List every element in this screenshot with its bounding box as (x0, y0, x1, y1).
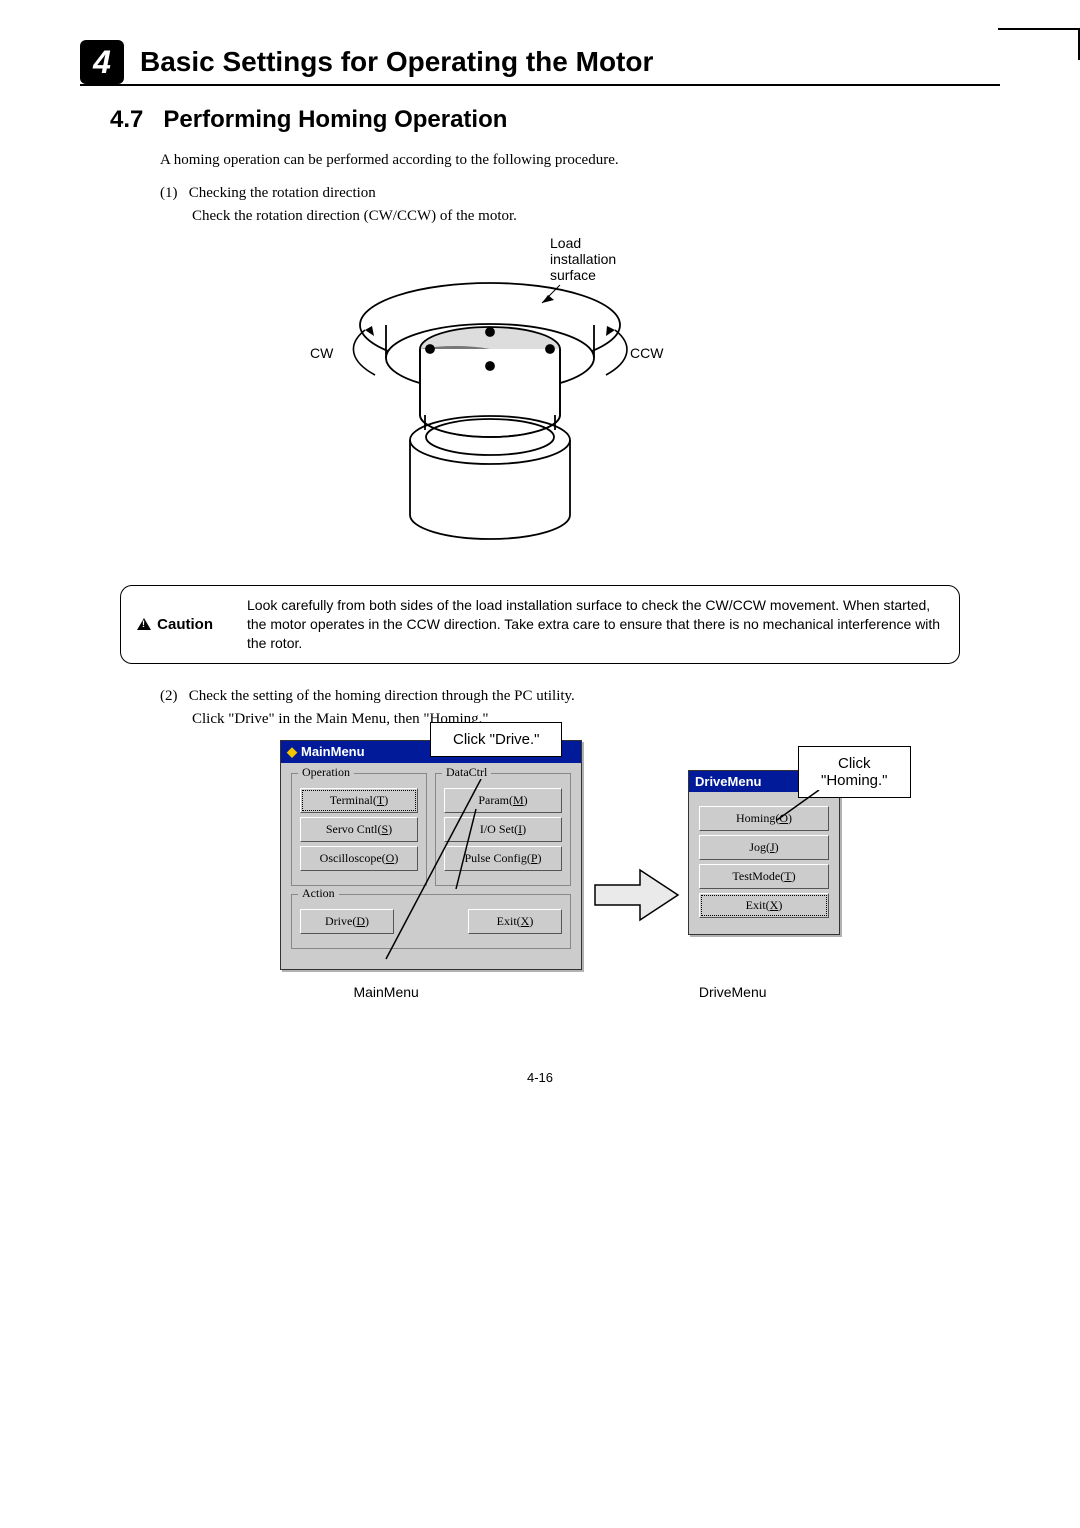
page-number: 4-16 (80, 1070, 1000, 1085)
chapter-title: Basic Settings for Operating the Motor (140, 46, 653, 78)
step2-line: (2) Check the setting of the homing dire… (160, 688, 1000, 705)
warning-icon (137, 618, 151, 630)
main-menu-title: MainMenu (301, 744, 365, 759)
homing-button[interactable]: Homing(O) (699, 806, 829, 831)
caution-text: Look carefully from both sides of the lo… (247, 596, 943, 653)
chapter-number: 4 (80, 40, 124, 84)
callout-homing: Click "Homing." (798, 746, 911, 798)
diamond-icon: ◆ (287, 744, 297, 760)
jog-button[interactable]: Jog(J) (699, 835, 829, 860)
main-menu-window: ◆ MainMenu Operation Terminal(T) Servo C… (280, 740, 582, 970)
servo-cntl-button[interactable]: Servo Cntl(S) (300, 817, 418, 842)
step1-title: Checking the rotation direction (189, 185, 376, 201)
load-surface-label: Load installation surface (550, 235, 616, 283)
section-number: 4.7 (110, 106, 143, 133)
page-corner-rule (998, 28, 1080, 60)
motor-illustration (310, 235, 730, 565)
step2-num: (2) (160, 688, 178, 704)
group-action: Action (298, 886, 339, 901)
caution-word: Caution (157, 616, 213, 633)
below-labels: MainMenu DriveMenu (120, 984, 1000, 1000)
step1-num: (1) (160, 185, 178, 201)
section-heading: Performing Homing Operation (163, 106, 507, 133)
oscilloscope-button[interactable]: Oscilloscope(O) (300, 846, 418, 871)
caution-box: Caution Look carefully from both sides o… (120, 585, 960, 664)
drive-menu-window: DriveMenu Homing(O) Jog(J) TestMode(T) E… (688, 770, 840, 935)
callout-drive: Click "Drive." (430, 722, 562, 757)
label-drivemenu: DriveMenu (699, 984, 767, 1000)
mainmenu-exit-button[interactable]: Exit(X) (468, 909, 562, 934)
chapter-header: 4 Basic Settings for Operating the Motor (80, 40, 1000, 86)
io-set-button[interactable]: I/O Set(I) (444, 817, 562, 842)
group-datactrl: DataCtrl (442, 765, 491, 780)
testmode-button[interactable]: TestMode(T) (699, 864, 829, 889)
intro-text: A homing operation can be performed acco… (160, 152, 1000, 169)
terminal-button[interactable]: Terminal(T) (300, 788, 418, 813)
step2-title: Check the setting of the homing directio… (189, 688, 575, 704)
label-mainmenu: MainMenu (353, 984, 418, 1000)
caution-label: Caution (137, 616, 247, 633)
group-operation: Operation (298, 765, 354, 780)
step2-body: Click "Drive" in the Main Menu, then "Ho… (192, 711, 1000, 728)
drive-menu-title: DriveMenu (695, 774, 761, 789)
flow-arrow-icon (590, 865, 680, 925)
param-button[interactable]: Param(M) (444, 788, 562, 813)
drive-button[interactable]: Drive(D) (300, 909, 394, 934)
pulse-config-button[interactable]: Pulse Config(P) (444, 846, 562, 871)
ccw-label: CCW (630, 345, 663, 361)
drivemenu-exit-button[interactable]: Exit(X) (699, 893, 829, 918)
step1-line: (1) Checking the rotation direction (160, 185, 1000, 202)
motor-figure: Load installation surface CW CCW (40, 235, 1000, 565)
section-title: 4.7 Performing Homing Operation (110, 106, 1000, 134)
step1-body: Check the rotation direction (CW/CCW) of… (192, 208, 1000, 225)
cw-label: CW (310, 345, 333, 361)
menu-screenshot-row: Click "Drive." ◆ MainMenu Operation Term… (120, 740, 1000, 970)
